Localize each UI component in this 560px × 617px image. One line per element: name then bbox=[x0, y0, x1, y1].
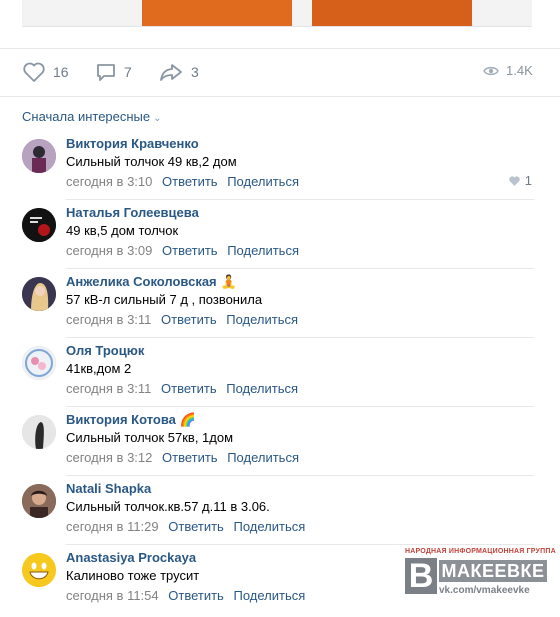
comment-item: Natali Shapka Сильный толчок.кв.57 д.11 … bbox=[0, 475, 560, 544]
like-count: 16 bbox=[53, 64, 69, 80]
views-count: 1.4K bbox=[506, 63, 533, 78]
avatar[interactable] bbox=[22, 484, 56, 518]
comment-meta: сегодня в 3:10 Ответить Поделиться bbox=[66, 174, 299, 189]
emoji-icon: 🧘 bbox=[220, 274, 237, 289]
share-count: 3 bbox=[191, 64, 199, 80]
avatar-image bbox=[22, 139, 56, 173]
comment-time[interactable]: сегодня в 3:12 bbox=[66, 450, 152, 465]
comment-item: Anastasiya Prockaya Калиново тоже трусит… bbox=[0, 544, 560, 613]
sort-label: Сначала интересные bbox=[22, 109, 151, 124]
share-comment-button[interactable]: Поделиться bbox=[233, 588, 305, 603]
comment-meta: сегодня в 3:12 Ответить Поделиться bbox=[66, 450, 299, 465]
comment-separator bbox=[66, 199, 534, 200]
heart-icon bbox=[508, 175, 520, 186]
comment-text: 41кв,дом 2 bbox=[66, 361, 132, 376]
comment-count: 7 bbox=[124, 64, 132, 80]
comment-time[interactable]: сегодня в 3:11 bbox=[66, 381, 151, 396]
comment-meta: сегодня в 3:11 Ответить Поделиться bbox=[66, 381, 298, 396]
comment-author[interactable]: Анжелика Соколовская 🧘 bbox=[66, 274, 237, 290]
comment-item: Наталья Голеевцева 49 кв,5 дом толчок се… bbox=[0, 199, 560, 268]
share-comment-button[interactable]: Поделиться bbox=[227, 174, 299, 189]
comment-text: 57 кВ-л сильный 7 д , позвонила bbox=[66, 292, 263, 307]
views-counter: 1.4K bbox=[483, 63, 533, 78]
reply-button[interactable]: Ответить bbox=[162, 450, 218, 465]
avatar[interactable] bbox=[22, 139, 56, 173]
post-card: 16 7 3 1.4K Сначала интересные ⌄ Виктори… bbox=[0, 0, 560, 617]
comment-text: Сильный толчок 57кв, 1дом bbox=[66, 430, 234, 445]
comment-author[interactable]: Оля Троцюк bbox=[66, 343, 144, 358]
reply-button[interactable]: Ответить bbox=[168, 519, 224, 534]
avatar[interactable] bbox=[22, 346, 56, 380]
comment-author[interactable]: Наталья Голеевцева bbox=[66, 205, 199, 220]
comment-text: Сильный толчок.кв.57 д.11 в 3.06. bbox=[66, 499, 270, 514]
avatar[interactable] bbox=[22, 553, 56, 587]
share-comment-button[interactable]: Поделиться bbox=[227, 243, 299, 258]
comment-time[interactable]: сегодня в 11:29 bbox=[66, 519, 159, 534]
comment-item: Анжелика Соколовская 🧘 57 кВ-л сильный 7 … bbox=[0, 268, 560, 337]
comment-item: Оля Троцюк 41кв,дом 2 сегодня в 3:11 Отв… bbox=[0, 337, 560, 406]
rainbow-icon: 🌈 bbox=[179, 412, 197, 427]
chevron-down-icon: ⌄ bbox=[153, 113, 162, 124]
comment-time[interactable]: сегодня в 11:54 bbox=[66, 588, 159, 603]
share-comment-button[interactable]: Поделиться bbox=[226, 312, 298, 327]
post-actions: 16 7 3 1.4K bbox=[0, 48, 560, 97]
sort-dropdown[interactable]: Сначала интересные ⌄ bbox=[22, 109, 162, 124]
share-button[interactable]: 3 bbox=[158, 61, 199, 83]
comment-like-button[interactable]: 1 bbox=[508, 173, 532, 188]
comment-time[interactable]: сегодня в 3:11 bbox=[66, 312, 151, 327]
post-image-shape bbox=[142, 0, 292, 26]
avatar[interactable] bbox=[22, 415, 56, 449]
comment-meta: сегодня в 3:09 Ответить Поделиться bbox=[66, 243, 299, 258]
comment-separator bbox=[66, 406, 534, 407]
comment-author[interactable]: Виктория Котова 🌈 bbox=[66, 412, 196, 428]
reply-button[interactable]: Ответить bbox=[162, 243, 218, 258]
avatar-image bbox=[22, 208, 56, 242]
comment-separator bbox=[66, 544, 534, 545]
reply-button[interactable]: Ответить bbox=[161, 381, 217, 396]
comment-text: 49 кв,5 дом толчок bbox=[66, 223, 179, 238]
reply-button[interactable]: Ответить bbox=[168, 588, 224, 603]
avatar-image bbox=[22, 415, 56, 449]
avatar[interactable] bbox=[22, 277, 56, 311]
comment-text: Калиново тоже трусит bbox=[66, 568, 200, 583]
comment-text: Сильный толчок 49 кв,2 дом bbox=[66, 154, 237, 169]
comment-meta: сегодня в 11:29 Ответить Поделиться bbox=[66, 519, 305, 534]
post-image-shape bbox=[312, 0, 472, 26]
avatar[interactable] bbox=[22, 208, 56, 242]
comment-item: Виктория Котова 🌈 Сильный толчок 57кв, 1д… bbox=[0, 406, 560, 475]
comment-button[interactable]: 7 bbox=[95, 61, 132, 83]
share-arrow-icon bbox=[160, 64, 182, 81]
reply-button[interactable]: Ответить bbox=[161, 312, 217, 327]
share-comment-button[interactable]: Поделиться bbox=[227, 450, 299, 465]
comment-time[interactable]: сегодня в 3:10 bbox=[66, 174, 152, 189]
comment-meta: сегодня в 3:11 Ответить Поделиться bbox=[66, 312, 298, 327]
eye-icon bbox=[483, 66, 499, 75]
comment-author[interactable]: Natali Shapka bbox=[66, 481, 151, 496]
share-comment-button[interactable]: Поделиться bbox=[226, 381, 298, 396]
comment-author[interactable]: Виктория Кравченко bbox=[66, 136, 199, 151]
avatar-image bbox=[22, 277, 56, 311]
heart-icon bbox=[23, 62, 45, 82]
like-button[interactable]: 16 bbox=[22, 61, 69, 83]
comment-icon bbox=[97, 64, 115, 81]
comment-author[interactable]: Anastasiya Prockaya bbox=[66, 550, 196, 565]
comment-separator bbox=[66, 337, 534, 338]
divider bbox=[0, 96, 560, 97]
avatar-image bbox=[22, 484, 56, 518]
post-image[interactable] bbox=[22, 0, 532, 27]
comment-separator bbox=[66, 475, 534, 476]
comment-item: Виктория Кравченко Сильный толчок 49 кв,… bbox=[0, 130, 560, 199]
comment-separator bbox=[66, 268, 534, 269]
comment-like-count: 1 bbox=[524, 173, 532, 188]
share-comment-button[interactable]: Поделиться bbox=[233, 519, 305, 534]
comment-meta: сегодня в 11:54 Ответить Поделиться bbox=[66, 588, 305, 603]
comment-time[interactable]: сегодня в 3:09 bbox=[66, 243, 152, 258]
reply-button[interactable]: Ответить bbox=[162, 174, 218, 189]
smiley-icon bbox=[22, 553, 56, 587]
avatar-image bbox=[22, 346, 56, 380]
